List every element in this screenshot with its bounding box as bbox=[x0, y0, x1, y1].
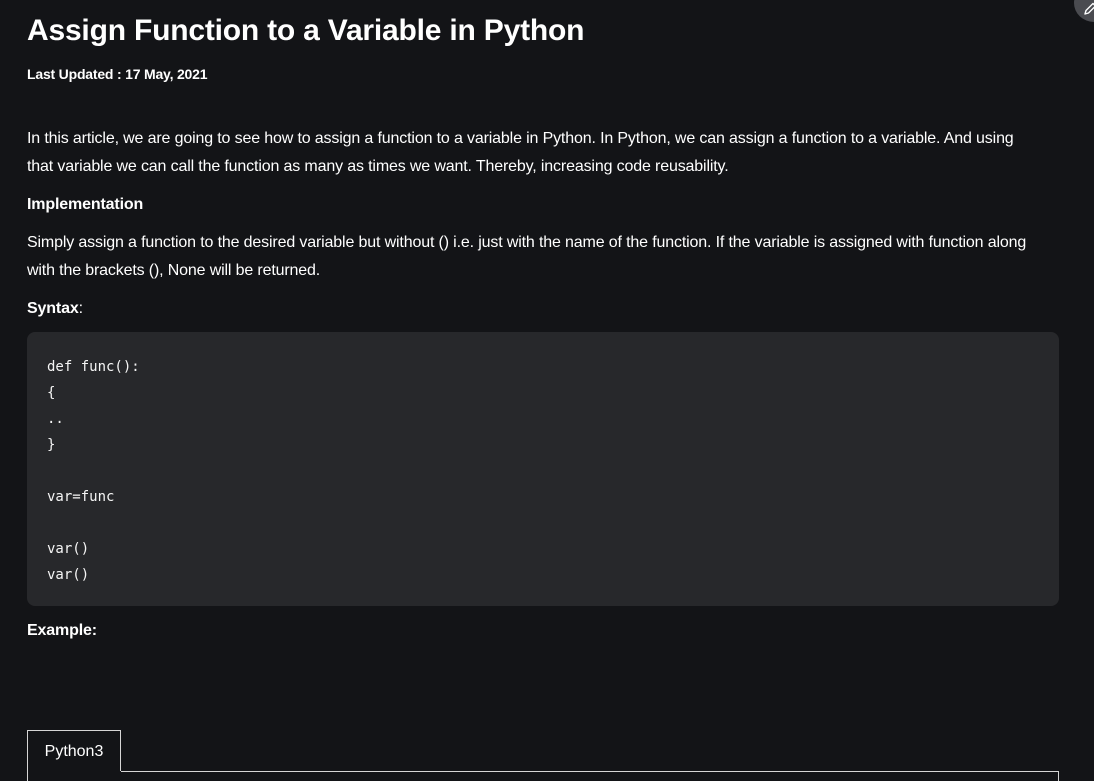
edit-button[interactable] bbox=[1074, 0, 1094, 22]
code-line: } bbox=[47, 437, 56, 453]
pencil-icon bbox=[1084, 2, 1094, 15]
code-line: def func(): bbox=[47, 359, 140, 375]
tab-panel-border-right bbox=[1058, 771, 1059, 781]
code-tab-bar: Python3 bbox=[27, 730, 1059, 781]
tab-panel-border-left bbox=[27, 771, 28, 781]
syntax-label-text: Syntax bbox=[27, 300, 79, 317]
code-line: var() bbox=[47, 541, 90, 557]
code-line: .. bbox=[47, 411, 64, 427]
syntax-label: Syntax: bbox=[27, 295, 1037, 323]
article-title: Assign Function to a Variable in Python bbox=[27, 14, 585, 47]
tab-divider bbox=[121, 771, 1058, 772]
code-line: var() bbox=[47, 567, 90, 583]
example-heading: Example: bbox=[27, 622, 97, 639]
intro-paragraph: In this article, we are going to see how… bbox=[27, 130, 1014, 175]
implementation-heading: Implementation bbox=[27, 196, 144, 213]
code-line: { bbox=[47, 385, 56, 401]
last-updated: Last Updated : 17 May, 2021 bbox=[27, 66, 208, 82]
code-line: var=func bbox=[47, 489, 115, 505]
implementation-paragraph: Simply assign a function to the desired … bbox=[27, 234, 1027, 279]
code-block: def func(): { .. } var=func var() var() bbox=[27, 332, 1059, 606]
syntax-label-colon: : bbox=[78, 300, 83, 317]
tab-python3[interactable]: Python3 bbox=[27, 730, 121, 771]
